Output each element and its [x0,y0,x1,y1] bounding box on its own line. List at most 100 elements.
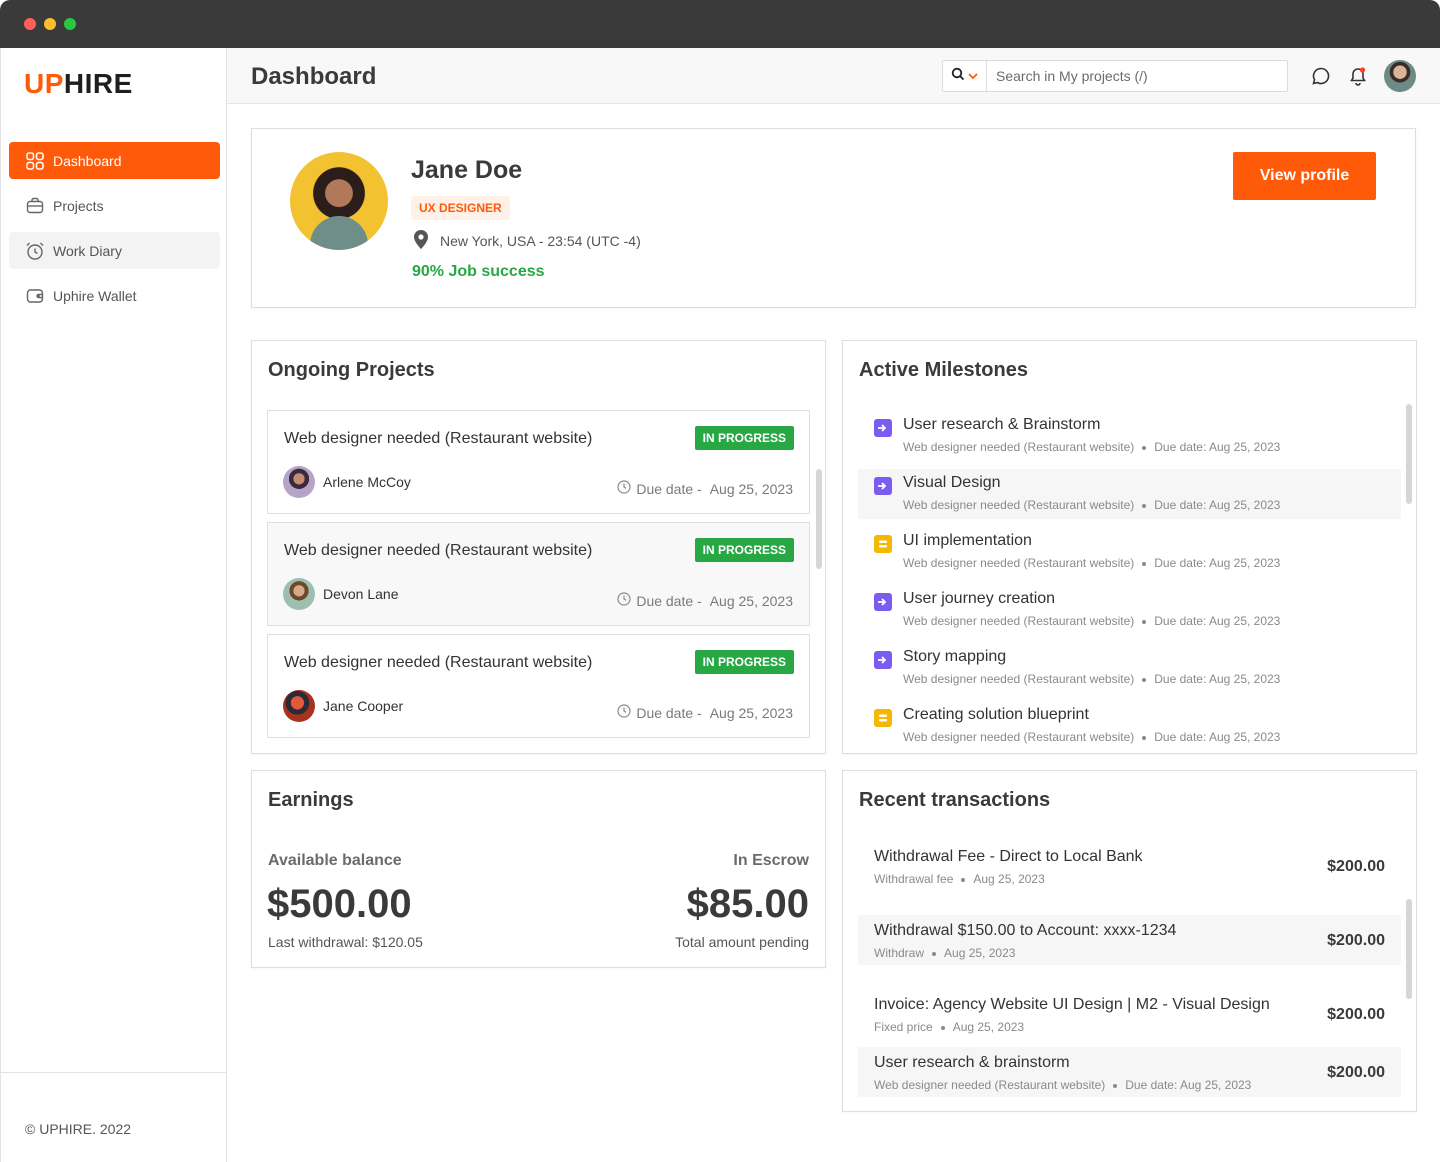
milestone-meta: Web designer needed (Restaurant website)… [903,614,1280,628]
milestone-item[interactable]: Visual Design Web designer needed (Resta… [858,469,1401,519]
project-item[interactable]: Web designer needed (Restaurant website)… [267,634,810,738]
scrollbar[interactable] [1406,899,1412,999]
milestone-project: Web designer needed (Restaurant website) [903,614,1135,628]
milestone-meta: Web designer needed (Restaurant website)… [903,498,1280,512]
transaction-meta: Withdrawal fee Aug 25, 2023 [874,872,1045,886]
status-badge: IN PROGRESS [694,538,794,562]
transaction-item[interactable]: Withdrawal $150.00 to Account: xxxx-1234… [858,915,1401,965]
client-name: Jane Cooper [323,698,404,714]
milestone-project: Web designer needed (Restaurant website) [903,440,1135,454]
sidebar-item-wallet[interactable]: Uphire Wallet [9,277,220,314]
recent-transactions-card: Recent transactions Withdrawal Fee - Dir… [842,770,1417,1112]
clock-icon [617,480,631,497]
chat-icon[interactable] [1310,65,1332,87]
milestone-due: Due date: Aug 25, 2023 [1154,556,1281,570]
sidebar-item-work-diary[interactable]: Work Diary [9,232,220,269]
project-title: Web designer needed (Restaurant website) [284,430,593,447]
milestone-meta: Web designer needed (Restaurant website)… [903,672,1280,686]
sidebar-nav: Dashboard Projects Work Diary Uphire Wal… [9,142,220,322]
available-balance-amount: $500.00 [267,882,412,926]
sidebar-item-label: Work Diary [53,242,122,259]
milestone-meta: Web designer needed (Restaurant website)… [903,556,1280,570]
view-profile-button[interactable]: View profile [1233,152,1376,200]
logo[interactable]: UPHIRE [24,68,133,100]
location-pin-icon [414,230,428,252]
transaction-item[interactable]: User research & brainstorm Web designer … [858,1047,1401,1097]
project-client: Devon Lane [283,578,399,610]
transaction-date: Aug 25, 2023 [973,872,1045,886]
milestone-title: User journey creation [903,590,1056,607]
transaction-meta: Fixed price Aug 25, 2023 [874,1020,1024,1034]
milestone-meta: Web designer needed (Restaurant website)… [903,440,1280,454]
profile-card: Jane Doe UX DESIGNER New York, USA - 23:… [251,128,1416,308]
milestone-item[interactable]: User research & Brainstorm Web designer … [858,411,1401,461]
wallet-icon [25,286,45,306]
job-success-rate: 90% Job success [412,263,545,280]
due-date: Aug 25, 2023 [709,480,793,497]
milestone-due: Due date: Aug 25, 2023 [1154,672,1281,686]
milestone-project: Web designer needed (Restaurant website) [903,672,1135,686]
location-text: New York, USA - 23:54 (UTC -4) [440,233,641,249]
scrollbar[interactable] [1406,404,1412,504]
transaction-date: Aug 25, 2023 [944,946,1016,960]
milestone-due: Due date: Aug 25, 2023 [1154,440,1281,454]
transaction-title: Withdrawal Fee - Direct to Local Bank [874,848,1143,865]
transaction-item[interactable]: Withdrawal Fee - Direct to Local Bank Wi… [858,841,1401,891]
profile-name: Jane Doe [411,156,523,184]
available-balance-label: Available balance [268,852,402,869]
ongoing-projects-title: Ongoing Projects [268,359,435,381]
due-date: Aug 25, 2023 [709,704,793,721]
close-window-button[interactable] [24,18,36,30]
sidebar-item-projects[interactable]: Projects [9,187,220,224]
escrow-amount: $85.00 [686,882,809,926]
total-pending-label: Total amount pending [675,934,809,950]
ongoing-projects-card: Ongoing Projects Web designer needed (Re… [251,340,826,754]
search-input[interactable] [987,68,1277,84]
last-withdrawal: Last withdrawal: $120.05 [268,934,423,950]
scrollbar[interactable] [816,469,822,569]
transaction-title: User research & brainstorm [874,1054,1070,1071]
milestone-project: Web designer needed (Restaurant website) [903,498,1135,512]
transaction-type: Fixed price [874,1020,933,1034]
copyright-text: © UPHIRE. 2022 [25,1121,132,1137]
milestone-title: Visual Design [903,474,1001,491]
bell-icon[interactable] [1347,65,1369,87]
milestone-flag-icon [874,419,892,437]
milestone-item[interactable]: UI implementation Web designer needed (R… [858,527,1401,577]
due-date: Aug 25, 2023 [709,592,793,609]
logo-accent: UP [24,68,64,99]
milestone-item[interactable]: User journey creation Web designer neede… [858,585,1401,635]
sidebar-item-dashboard[interactable]: Dashboard [9,142,220,179]
sidebar: UPHIRE Dashboard Projects Work Diary Uph… [0,48,227,1162]
due-label: Due date - [636,592,702,609]
clock-icon [617,592,631,609]
clock-icon [617,704,631,721]
maximize-window-button[interactable] [64,18,76,30]
transaction-title: Invoice: Agency Website UI Design | M2 -… [874,996,1270,1013]
project-item[interactable]: Web designer needed (Restaurant website)… [267,522,810,626]
milestone-due: Due date: Aug 25, 2023 [1154,498,1281,512]
user-avatar[interactable] [1384,60,1416,92]
search-scope-dropdown[interactable] [943,61,987,91]
transaction-item[interactable]: Invoice: Agency Website UI Design | M2 -… [858,989,1401,1039]
avatar [283,578,315,610]
role-badge: UX DESIGNER [411,196,510,220]
sidebar-item-label: Projects [53,197,104,214]
transaction-amount: $200.00 [1327,858,1385,875]
minimize-window-button[interactable] [44,18,56,30]
milestone-title: User research & Brainstorm [903,416,1101,433]
search-icon [951,67,965,86]
window-title-bar [0,0,1440,48]
milestone-item[interactable]: Creating solution blueprint Web designer… [858,701,1401,751]
client-name: Arlene McCoy [323,474,411,490]
milestone-title: Creating solution blueprint [903,706,1089,723]
page-title: Dashboard [251,63,377,90]
active-milestones-title: Active Milestones [859,359,1028,381]
avatar [283,466,315,498]
chevron-down-icon [968,67,978,85]
milestone-meta: Web designer needed (Restaurant website)… [903,730,1280,744]
milestone-item[interactable]: Story mapping Web designer needed (Resta… [858,643,1401,693]
milestone-due: Due date: Aug 25, 2023 [1154,730,1281,744]
status-badge: IN PROGRESS [694,426,794,450]
project-item[interactable]: Web designer needed (Restaurant website)… [267,410,810,514]
